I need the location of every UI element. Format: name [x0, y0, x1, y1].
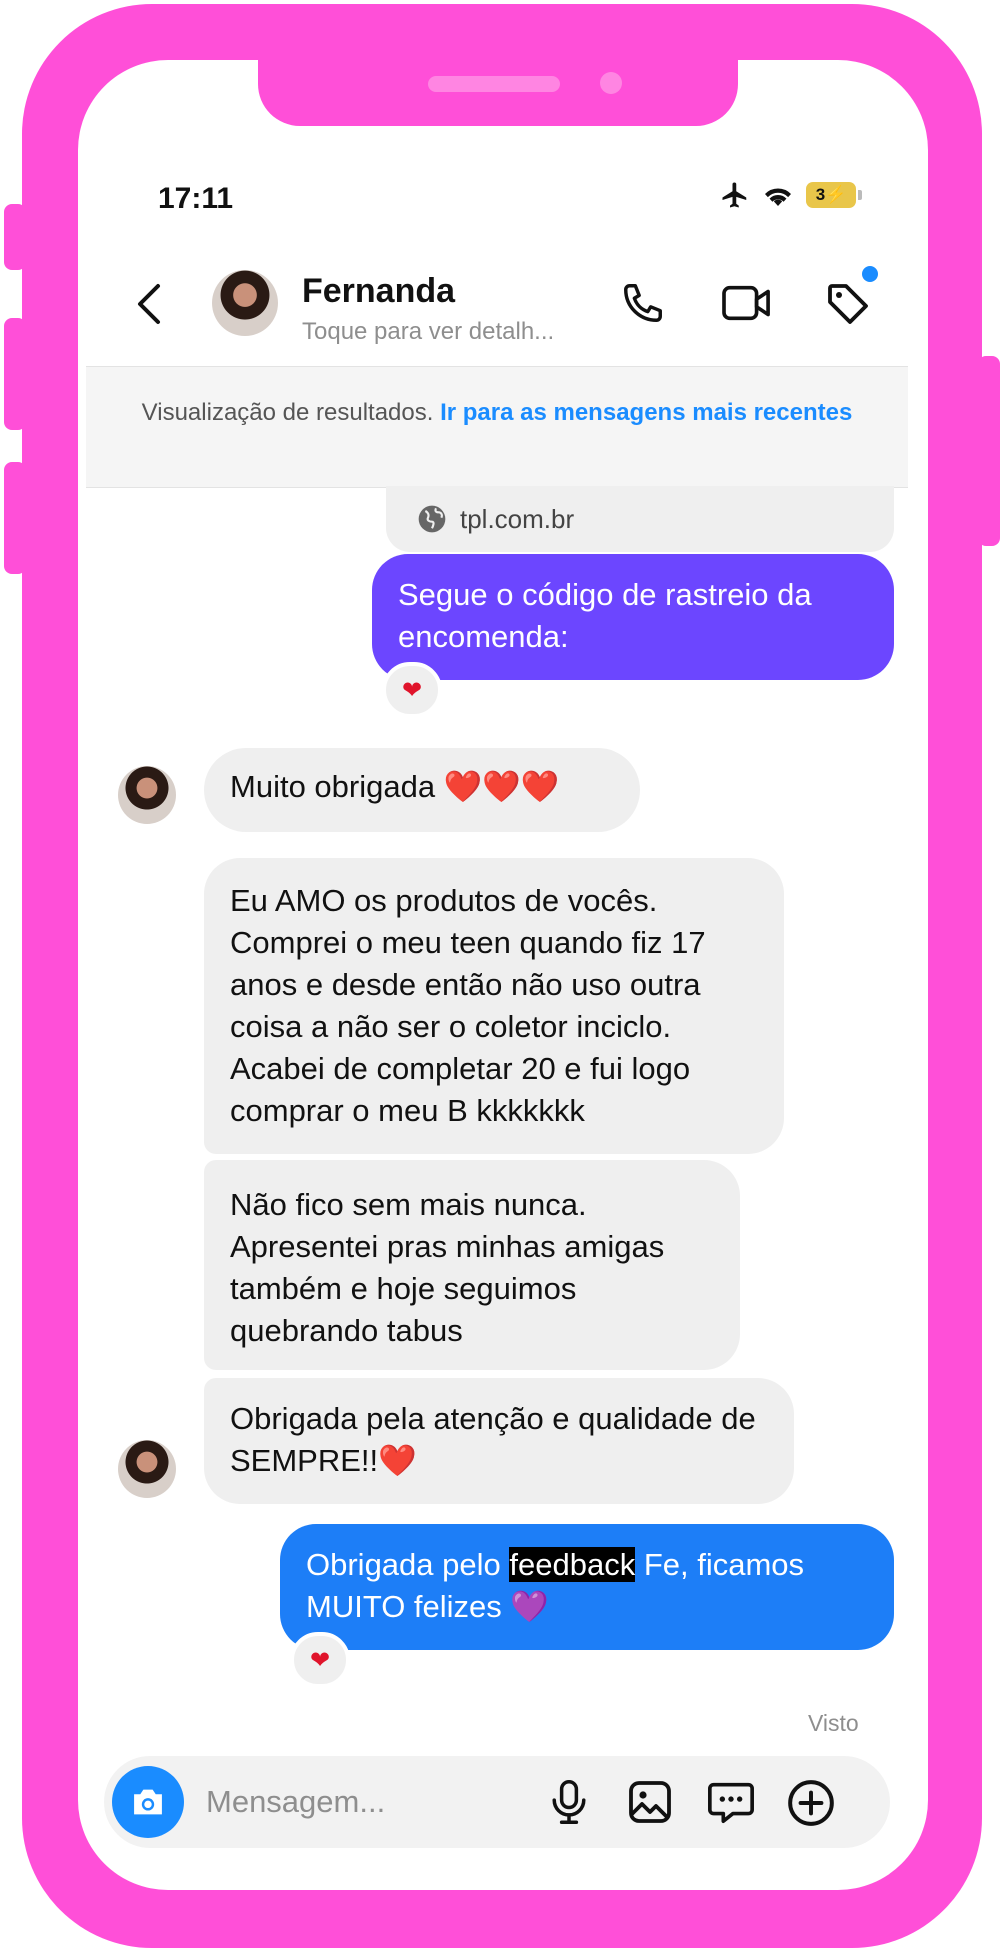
highlighted-search-term: feedback [509, 1547, 636, 1582]
phone-icon[interactable] [620, 280, 666, 326]
image-icon[interactable] [626, 1778, 674, 1826]
message-bubble-incoming[interactable]: Não fico sem mais nunca. Apresentei pras… [204, 1160, 740, 1370]
plus-circle-icon[interactable] [786, 1778, 836, 1828]
camera-icon [134, 1789, 162, 1815]
video-camera-icon[interactable] [720, 280, 774, 326]
sender-avatar[interactable] [118, 1440, 176, 1498]
link-preview[interactable]: tpl.com.br [386, 486, 894, 552]
message-bubble-outgoing[interactable]: Segue o código de rastreio da encomenda: [372, 554, 894, 680]
contact-avatar[interactable] [212, 270, 278, 336]
wifi-icon [765, 188, 791, 207]
jump-to-recent-link[interactable]: Ir para as mensagens mais recentes [440, 399, 852, 426]
contact-subtitle[interactable]: Toque para ver detalh... [302, 318, 554, 346]
heart-reaction[interactable]: ❤ [382, 662, 442, 718]
sticker-chat-icon[interactable] [706, 1778, 756, 1826]
results-banner: Visualização de resultados. Ir para as m… [86, 366, 908, 488]
message-input[interactable] [204, 1776, 528, 1828]
notification-dot [862, 266, 878, 282]
message-bubble-incoming[interactable]: Obrigada pela atenção e qualidade de SEM… [204, 1378, 794, 1504]
back-chevron-icon[interactable] [134, 282, 164, 326]
tag-icon[interactable] [824, 280, 872, 328]
seen-status: Visto [808, 1710, 859, 1736]
battery-tip [858, 190, 862, 200]
microphone-icon[interactable] [546, 1778, 592, 1826]
camera-button[interactable] [112, 1766, 184, 1838]
message-bubble-incoming[interactable]: Muito obrigada ❤️❤️❤️ [204, 748, 640, 832]
battery-icon: 3⚡ [806, 182, 856, 208]
front-camera [600, 72, 622, 94]
link-domain: tpl.com.br [460, 503, 575, 534]
message-bubble-outgoing[interactable]: Obrigada pelo feedback Fe, ficamos MUITO… [280, 1524, 894, 1650]
message-text: Obrigada pelo [306, 1547, 510, 1582]
sender-avatar[interactable] [118, 766, 176, 824]
airplane-icon [722, 182, 747, 208]
status-icons: 3⚡ [720, 180, 862, 210]
heart-reaction[interactable]: ❤ [290, 1632, 350, 1688]
banner-text: Visualização de resultados. [141, 399, 434, 426]
globe-icon [418, 505, 446, 533]
speaker-grille [428, 76, 560, 92]
status-time: 17:11 [158, 182, 234, 215]
message-bubble-incoming[interactable]: Eu AMO os produtos de vocês. Comprei o m… [204, 858, 784, 1154]
contact-name[interactable]: Fernanda [302, 272, 455, 311]
